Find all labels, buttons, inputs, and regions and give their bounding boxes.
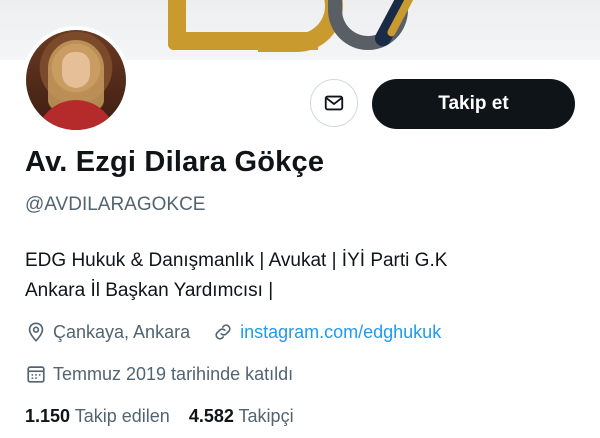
joined-text: Temmuz 2019 tarihinde katıldı (53, 363, 294, 384)
link-icon (212, 321, 234, 343)
followers-count: 4.582 (188, 406, 234, 426)
map-pin-icon (25, 321, 47, 343)
bio-line-2: Ankara İl Başkan Yardımcısı | (25, 280, 274, 301)
avatar-shirt (36, 100, 116, 130)
message-button[interactable] (310, 79, 358, 127)
following-count: 1.150 (25, 406, 71, 426)
envelope-icon (324, 95, 344, 111)
followers-link[interactable]: 4.582 Takipçi (189, 406, 294, 426)
profile-meta-row: Çankaya, Ankara instagram.com/edghukuk (25, 321, 441, 343)
avatar-face (62, 52, 90, 88)
follow-button[interactable]: Takip et (372, 79, 575, 129)
follow-button-label: Takip et (438, 93, 509, 114)
website-link[interactable]: instagram.com/edghukuk (240, 322, 441, 343)
following-link[interactable]: 1.150 Takip edilen (25, 406, 175, 426)
avatar[interactable] (22, 26, 130, 134)
following-label: Takip edilen (74, 406, 170, 426)
location-text: Çankaya, Ankara (53, 321, 191, 342)
joined-row: Temmuz 2019 tarihinde katıldı (25, 363, 293, 385)
follow-stats: 1.150 Takip edilen 4.582 Takipçi (25, 406, 294, 427)
display-name: Av. Ezgi Dilara Gökçe (25, 146, 325, 178)
bio-line-1: EDG Hukuk & Danışmanlık | Avukat | İYİ P… (25, 250, 448, 271)
profile-bio: EDG Hukuk & Danışmanlık | Avukat | İYİ P… (25, 246, 585, 306)
calendar-icon (25, 363, 47, 385)
user-handle: @AVDILARAGOKCE (25, 194, 206, 215)
avatar-photo (26, 30, 126, 130)
followers-label: Takipçi (238, 406, 294, 426)
